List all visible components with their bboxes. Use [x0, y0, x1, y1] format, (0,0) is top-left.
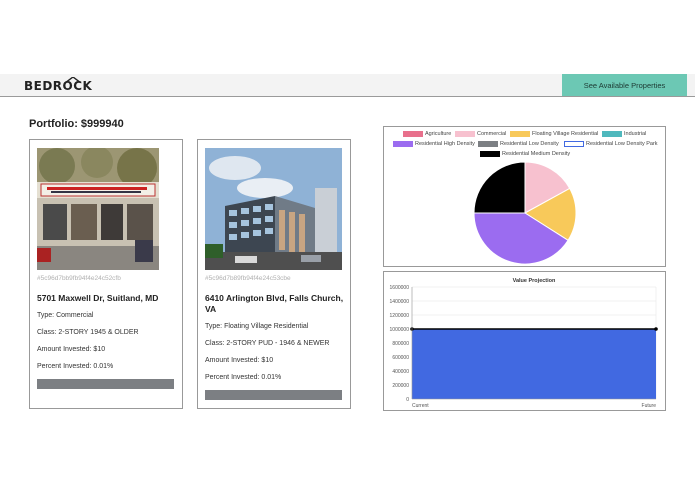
- y-tick-label: 600000: [392, 355, 409, 361]
- property-card: #5c96d7bb9fb94f4e24c52cfb 5701 Maxwell D…: [29, 139, 183, 409]
- y-tick-label: 1600000: [390, 285, 410, 291]
- legend-item[interactable]: Industrial: [602, 131, 646, 137]
- property-class: Class: 2-STORY 1945 & OLDER: [37, 329, 139, 336]
- legend-swatch: [602, 131, 622, 137]
- x-tick-label: Future: [642, 403, 657, 409]
- property-type: Type: Floating Village Residential: [205, 323, 309, 330]
- legend-label: Floating Village Residential: [532, 131, 599, 138]
- legend-label: Residential High Density: [415, 141, 475, 148]
- legend-label: Residential Medium Density: [502, 151, 571, 158]
- legend-item[interactable]: Agriculture: [403, 131, 451, 137]
- invest-progress-bar: [205, 390, 342, 400]
- legend-item[interactable]: Residential Medium Density: [480, 151, 570, 157]
- area-chart-svg: Value Projection 0 200000 400000 600000 80000…: [390, 278, 658, 409]
- data-point: [654, 327, 658, 331]
- y-tick-label: 0: [406, 397, 409, 403]
- legend-swatch: [393, 141, 413, 147]
- legend-item[interactable]: Residential Low Density: [478, 141, 559, 147]
- property-type: Type: Commercial: [37, 312, 94, 319]
- property-id: #5c96d7bb9fb94f4e24c52cfb: [37, 275, 121, 282]
- legend-swatch: [478, 141, 498, 147]
- pie-slice: [473, 212, 569, 265]
- legend-item[interactable]: Residential High Density: [393, 141, 475, 147]
- legend-label: Commercial: [477, 131, 507, 138]
- pie-slice: [473, 161, 526, 214]
- percent-invested: Percent Invested: 0.01%: [205, 374, 282, 381]
- y-tick-label: 1200000: [390, 313, 410, 319]
- logo-text: BEDROCK: [24, 79, 93, 93]
- invest-progress-bar: [37, 379, 174, 389]
- property-photo: [205, 148, 342, 270]
- logo[interactable]: BEDROCK: [24, 77, 93, 93]
- pie-slice: [524, 161, 571, 214]
- legend-swatch: [403, 131, 423, 137]
- property-address: 6410 Arlington Blvd, Falls Church, VA: [205, 293, 343, 315]
- property-address: 5701 Maxwell Dr, Suitland, MD: [37, 293, 159, 303]
- legend-item[interactable]: Residential Low Density Park: [564, 141, 658, 147]
- amount-invested: Amount Invested: $10: [37, 346, 106, 353]
- see-available-properties-button[interactable]: See Available Properties: [562, 74, 687, 96]
- percent-invested: Percent Invested: 0.01%: [37, 363, 114, 370]
- y-tick-label: 200000: [392, 383, 409, 389]
- legend-label: Agriculture: [425, 131, 452, 138]
- y-tick-label: 400000: [392, 369, 409, 375]
- legend-swatch: [510, 131, 530, 137]
- y-tick-label: 800000: [392, 341, 409, 347]
- legend-swatch: [455, 131, 475, 137]
- chart-title: Value Projection: [513, 278, 556, 284]
- property-id: #5c96d7b89fb94f4e24c53cbe: [205, 275, 291, 282]
- amount-invested: Amount Invested: $10: [205, 357, 274, 364]
- property-address-line: VA: [205, 304, 217, 314]
- area-fill: [412, 329, 656, 399]
- legend-item[interactable]: Commercial: [455, 131, 506, 137]
- x-tick-label: Current: [412, 403, 429, 409]
- legend-item[interactable]: Floating Village Residential: [510, 131, 598, 137]
- portfolio-title: Portfolio: $999940: [29, 118, 124, 130]
- value-projection-chart: Value Projection 0 200000 400000 600000 80000…: [383, 271, 666, 411]
- y-tick-label: 1400000: [390, 299, 410, 305]
- y-tick-label: 1000000: [390, 327, 410, 333]
- legend-swatch: [480, 151, 500, 157]
- property-type-pie-chart: Agriculture Commercial Floating Village Re…: [383, 126, 666, 267]
- legend-label: Residential Low Density: [500, 141, 559, 148]
- legend-label: Residential Low Density Park: [586, 141, 658, 148]
- property-class: Class: 2-STORY PUD - 1946 & NEWER: [205, 340, 330, 347]
- navbar: BEDROCK See Available Properties: [0, 74, 695, 97]
- legend-swatch: [564, 141, 584, 147]
- legend-label: Industrial: [624, 131, 647, 138]
- property-photo: [37, 148, 159, 270]
- property-address-line: 6410 Arlington Blvd, Falls Church,: [205, 293, 344, 303]
- property-card: #5c96d7b89fb94f4e24c53cbe 6410 Arlington…: [197, 139, 351, 409]
- pie-slice: [524, 187, 577, 242]
- pie-chart-svg: [473, 161, 577, 265]
- logo-roof-icon: [65, 77, 81, 83]
